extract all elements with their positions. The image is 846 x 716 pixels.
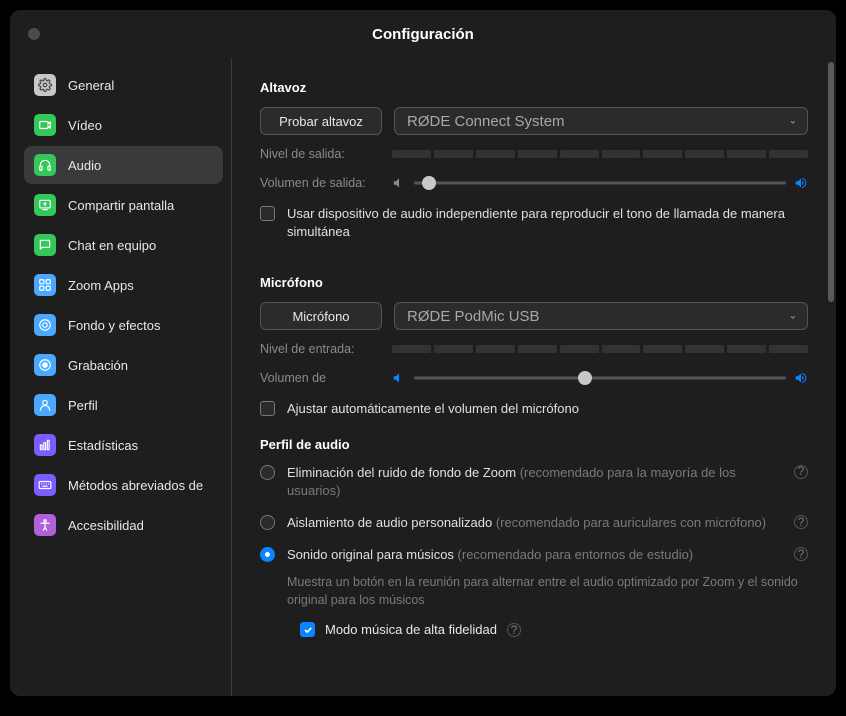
sidebar-item-label: Perfil	[68, 398, 98, 413]
titlebar: Configuración	[10, 10, 836, 58]
settings-content: Altavoz Probar altavoz RØDE Connect Syst…	[232, 58, 836, 696]
audio-profile-section-title: Perfil de audio	[260, 437, 808, 452]
speaker-device-select[interactable]: RØDE Connect System ⌄	[394, 107, 808, 135]
output-volume-label: Volumen de salida:	[260, 176, 378, 190]
audio-profile-radio-1[interactable]	[260, 515, 275, 530]
help-icon[interactable]: ?	[794, 515, 808, 529]
sidebar-item-chat[interactable]: Chat en equipo	[24, 226, 223, 264]
sidebar-item-label: Vídeo	[68, 118, 102, 133]
keyboard-icon	[34, 474, 56, 496]
sidebar-item-gear[interactable]: General	[24, 66, 223, 104]
chat-icon	[34, 234, 56, 256]
effects-icon	[34, 314, 56, 336]
sidebar-item-label: Audio	[68, 158, 101, 173]
chevron-down-icon: ⌄	[789, 116, 797, 127]
independent-ringtone-checkbox[interactable]	[260, 206, 275, 221]
speaker-high-icon	[794, 176, 808, 190]
microphone-section-title: Micrófono	[260, 275, 808, 290]
close-window-button[interactable]	[28, 28, 40, 40]
window-title: Configuración	[10, 26, 836, 43]
sidebar-item-label: Métodos abreviados de	[68, 478, 203, 493]
speaker-high-icon	[794, 371, 808, 385]
test-microphone-button[interactable]: Micrófono	[260, 302, 382, 330]
input-level-label: Nivel de entrada:	[260, 342, 378, 356]
headphones-icon	[34, 154, 56, 176]
audio-profile-description: Muestra un botón en la reunión para alte…	[287, 574, 808, 609]
audio-profile-label: Eliminación del ruido de fondo de Zoom (…	[287, 464, 782, 500]
audio-profile-radio-0[interactable]	[260, 465, 275, 480]
audio-profile-label: Sonido original para músicos (recomendad…	[287, 546, 782, 564]
window-controls	[28, 28, 40, 40]
help-icon[interactable]: ?	[507, 623, 521, 637]
sidebar-item-label: Zoom Apps	[68, 278, 134, 293]
sidebar-item-stats[interactable]: Estadísticas	[24, 426, 223, 464]
speaker-device-value: RØDE Connect System	[407, 113, 565, 130]
audio-profile-label: Aislamiento de audio personalizado (reco…	[287, 514, 782, 532]
sidebar-item-profile[interactable]: Perfil	[24, 386, 223, 424]
sidebar-item-label: General	[68, 78, 114, 93]
microphone-device-value: RØDE PodMic USB	[407, 308, 540, 325]
sidebar-item-share[interactable]: Compartir pantalla	[24, 186, 223, 224]
audio-profile-radio-2[interactable]	[260, 547, 275, 562]
sidebar-item-apps[interactable]: Zoom Apps	[24, 266, 223, 304]
speaker-section-title: Altavoz	[260, 80, 808, 95]
stats-icon	[34, 434, 56, 456]
output-volume-slider[interactable]	[414, 173, 786, 193]
profile-icon	[34, 394, 56, 416]
input-volume-label: Volumen de	[260, 371, 378, 385]
hifi-music-mode-label: Modo música de alta fidelidad	[325, 622, 497, 637]
chevron-down-icon: ⌄	[789, 311, 797, 322]
speaker-low-icon	[392, 371, 406, 385]
accessibility-icon	[34, 514, 56, 536]
output-level-meter	[392, 150, 808, 158]
sidebar-item-label: Grabación	[68, 358, 128, 373]
sidebar-item-effects[interactable]: Fondo y efectos	[24, 306, 223, 344]
output-level-label: Nivel de salida:	[260, 147, 378, 161]
sidebar-item-label: Chat en equipo	[68, 238, 156, 253]
video-icon	[34, 114, 56, 136]
test-speaker-button[interactable]: Probar altavoz	[260, 107, 382, 135]
sidebar-item-record[interactable]: Grabación	[24, 346, 223, 384]
speaker-low-icon	[392, 176, 406, 190]
hifi-music-mode-checkbox[interactable]	[300, 622, 315, 637]
independent-ringtone-label: Usar dispositivo de audio independiente …	[287, 205, 808, 241]
sidebar-item-label: Compartir pantalla	[68, 198, 174, 213]
input-volume-slider[interactable]	[414, 368, 786, 388]
help-icon[interactable]: ?	[794, 547, 808, 561]
microphone-device-select[interactable]: RØDE PodMic USB ⌄	[394, 302, 808, 330]
settings-window: Configuración General Vídeo Audio Compartir…	[10, 10, 836, 696]
sidebar-item-keyboard[interactable]: Métodos abreviados de	[24, 466, 223, 504]
auto-adjust-mic-checkbox[interactable]	[260, 401, 275, 416]
gear-icon	[34, 74, 56, 96]
sidebar-item-video[interactable]: Vídeo	[24, 106, 223, 144]
sidebar-item-headphones[interactable]: Audio	[24, 146, 223, 184]
share-icon	[34, 194, 56, 216]
apps-icon	[34, 274, 56, 296]
sidebar-item-label: Fondo y efectos	[68, 318, 161, 333]
sidebar-item-label: Accesibilidad	[68, 518, 144, 533]
auto-adjust-mic-label: Ajustar automáticamente el volumen del m…	[287, 400, 579, 418]
sidebar-item-label: Estadísticas	[68, 438, 138, 453]
record-icon	[34, 354, 56, 376]
sidebar-item-accessibility[interactable]: Accesibilidad	[24, 506, 223, 544]
content-scrollbar[interactable]	[828, 62, 834, 692]
settings-sidebar: General Vídeo Audio Compartir pantalla Chat …	[10, 58, 232, 696]
input-level-meter	[392, 345, 808, 353]
help-icon[interactable]: ?	[794, 465, 808, 479]
